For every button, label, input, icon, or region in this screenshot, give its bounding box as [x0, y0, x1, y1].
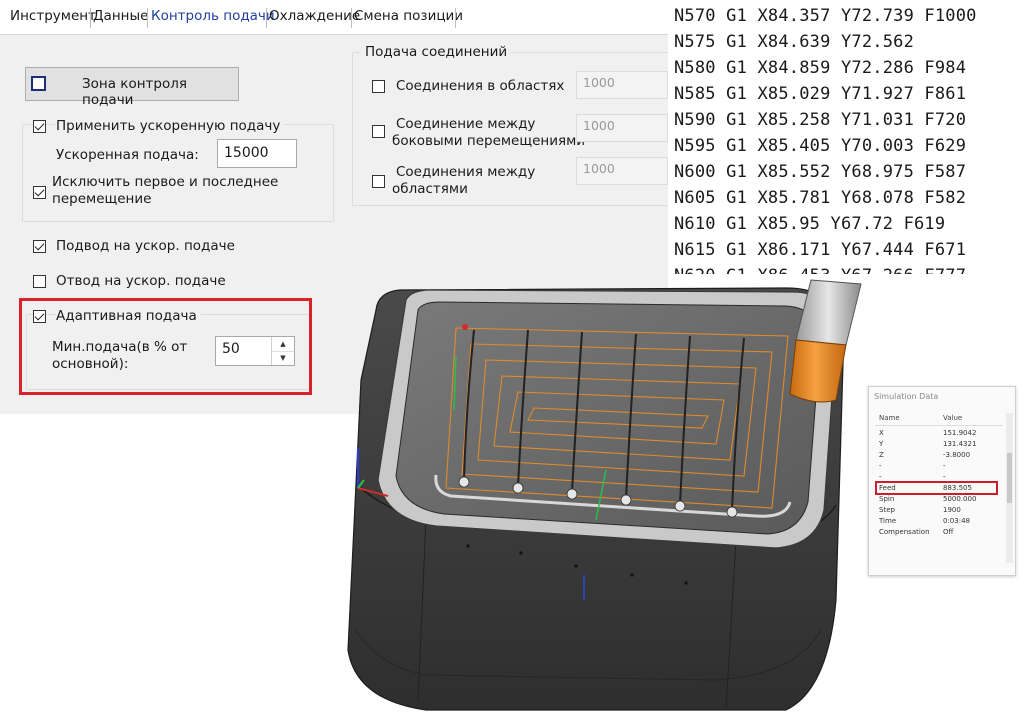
- gcode-line: N595 G1 X85.405 Y70.003 F629: [674, 136, 967, 156]
- tab-separator: [90, 8, 91, 28]
- sim-row-value: 151.9042: [943, 429, 977, 437]
- apply-rapid-feed-checkbox[interactable]: [33, 120, 46, 133]
- sim-row-value: -: [943, 462, 946, 470]
- link-between-passes-input[interactable]: 1000: [576, 114, 668, 142]
- sim-row: Compensation Off: [869, 528, 1003, 539]
- scrollbar-thumb[interactable]: [1007, 453, 1012, 503]
- sim-row-name: Time: [879, 517, 897, 525]
- gcode-line: N610 G1 X85.95 Y67.72 F619: [674, 214, 946, 234]
- tab-bar: Инструмент Данные Контроль подачи Охлажд…: [0, 0, 668, 35]
- link-in-areas-label: Соединения в областях: [396, 78, 565, 94]
- tab-cooling[interactable]: Охлаждение: [269, 8, 360, 24]
- link-between-passes-label-line2: боковыми перемещениями: [392, 133, 586, 149]
- exclude-first-last-label-line1: Исключить первое и последнее: [52, 174, 279, 190]
- link-between-areas-checkbox[interactable]: [372, 175, 385, 188]
- pocket-floor: [395, 301, 821, 535]
- simulation-data-window: Simulation Data Name Value X 151.9042 Y 13…: [868, 386, 1016, 576]
- link-between-passes-checkbox[interactable]: [372, 125, 385, 138]
- gcode-line: N590 G1 X85.258 Y71.031 F720: [674, 110, 967, 130]
- tab-separator: [266, 8, 267, 28]
- rapid-feed-input[interactable]: 15000: [217, 139, 297, 168]
- feed-zone-button[interactable]: Зона контроля подачи: [25, 67, 239, 108]
- sim-row-name: X: [879, 429, 884, 437]
- link-in-areas-checkbox[interactable]: [372, 80, 385, 93]
- sim-row: --: [869, 462, 1003, 473]
- sim-row-value: -: [943, 473, 946, 481]
- col-name-header: Name: [879, 414, 900, 422]
- sim-row: Y 131.4321: [869, 440, 1003, 451]
- sim-row-name: Y: [879, 440, 884, 448]
- gcode-line: N605 G1 X85.781 Y68.078 F582: [674, 188, 967, 208]
- apply-rapid-feed-label: Применить ускоренную подачу: [56, 118, 285, 135]
- retract-rapid-label: Отвод на ускор. подаче: [56, 273, 226, 289]
- link-between-passes-label-line1: Соединение между: [396, 116, 536, 132]
- gcode-line: N600 G1 X85.552 Y68.975 F587: [674, 162, 967, 182]
- sim-row-name: Spin: [879, 495, 895, 503]
- header-divider: [875, 425, 1003, 426]
- link-between-areas-label-line2: областями: [392, 181, 468, 197]
- exclude-first-last-label-line2: перемещение: [52, 191, 152, 207]
- tab-separator: [147, 8, 148, 28]
- tab-tool[interactable]: Инструмент: [10, 8, 96, 24]
- tab-feed-control[interactable]: Контроль подачи: [151, 8, 275, 24]
- approach-rapid-checkbox[interactable]: [33, 240, 46, 253]
- simulation-title: Simulation Data: [874, 392, 939, 401]
- tab-position-change[interactable]: Смена позиции: [354, 8, 463, 24]
- adaptive-feed-highlight: [19, 298, 312, 395]
- start-point: [462, 324, 468, 330]
- retract-rapid-checkbox[interactable]: [33, 275, 46, 288]
- feed-zone-label: Зона контроля подачи: [82, 76, 187, 108]
- feed-zone-checkbox[interactable]: [31, 76, 46, 91]
- link-between-areas-label-line1: Соединения между: [396, 164, 536, 180]
- col-value-header: Value: [943, 414, 963, 422]
- rapid-feed-label: Ускоренная подача:: [56, 147, 199, 163]
- sim-row-value: 131.4321: [943, 440, 977, 448]
- link-feed-title: Подача соединений: [361, 44, 512, 61]
- gcode-line: N580 G1 X84.859 Y72.286 F984: [674, 58, 967, 78]
- sim-row-name: Z: [879, 451, 884, 459]
- sim-row-value: 5000.000: [943, 495, 977, 503]
- sim-row-value: -3.8000: [943, 451, 971, 459]
- gcode-line: N570 G1 X84.357 Y72.739 F1000: [674, 6, 977, 26]
- simulation-scrollbar[interactable]: [1006, 413, 1013, 563]
- sim-row: Time 0:03:48: [869, 517, 1003, 528]
- gcode-line: N585 G1 X85.029 Y71.927 F861: [674, 84, 967, 104]
- exclude-first-last-checkbox[interactable]: [33, 186, 46, 199]
- feed-highlight: [875, 481, 998, 495]
- sim-row-value: 1900: [943, 506, 961, 514]
- sim-row: Z -3.8000: [869, 451, 1003, 462]
- sim-row-name: Step: [879, 506, 895, 514]
- gcode-line: N575 G1 X84.639 Y72.562: [674, 32, 915, 52]
- sim-row: X 151.9042: [869, 429, 1003, 440]
- link-between-areas-input[interactable]: 1000: [576, 157, 668, 185]
- sim-row: Spin 5000.000: [869, 495, 1003, 506]
- gcode-line: N615 G1 X86.171 Y67.444 F671: [674, 240, 967, 260]
- tab-separator: [455, 8, 456, 28]
- sim-row-value: 0:03:48: [943, 517, 970, 525]
- link-in-areas-input[interactable]: 1000: [576, 71, 668, 99]
- tab-separator: [351, 8, 352, 28]
- sim-row-name: -: [879, 473, 882, 481]
- tab-data[interactable]: Данные: [93, 8, 148, 24]
- sim-row-value: Off: [943, 528, 954, 536]
- sim-row-name: Compensation: [879, 528, 930, 536]
- approach-rapid-label: Подвод на ускор. подаче: [56, 238, 235, 254]
- gcode-listing: N570 G1 X84.357 Y72.739 F1000 N575 G1 X8…: [668, 0, 1024, 274]
- sim-row: Step 1900: [869, 506, 1003, 517]
- sim-row-name: -: [879, 462, 882, 470]
